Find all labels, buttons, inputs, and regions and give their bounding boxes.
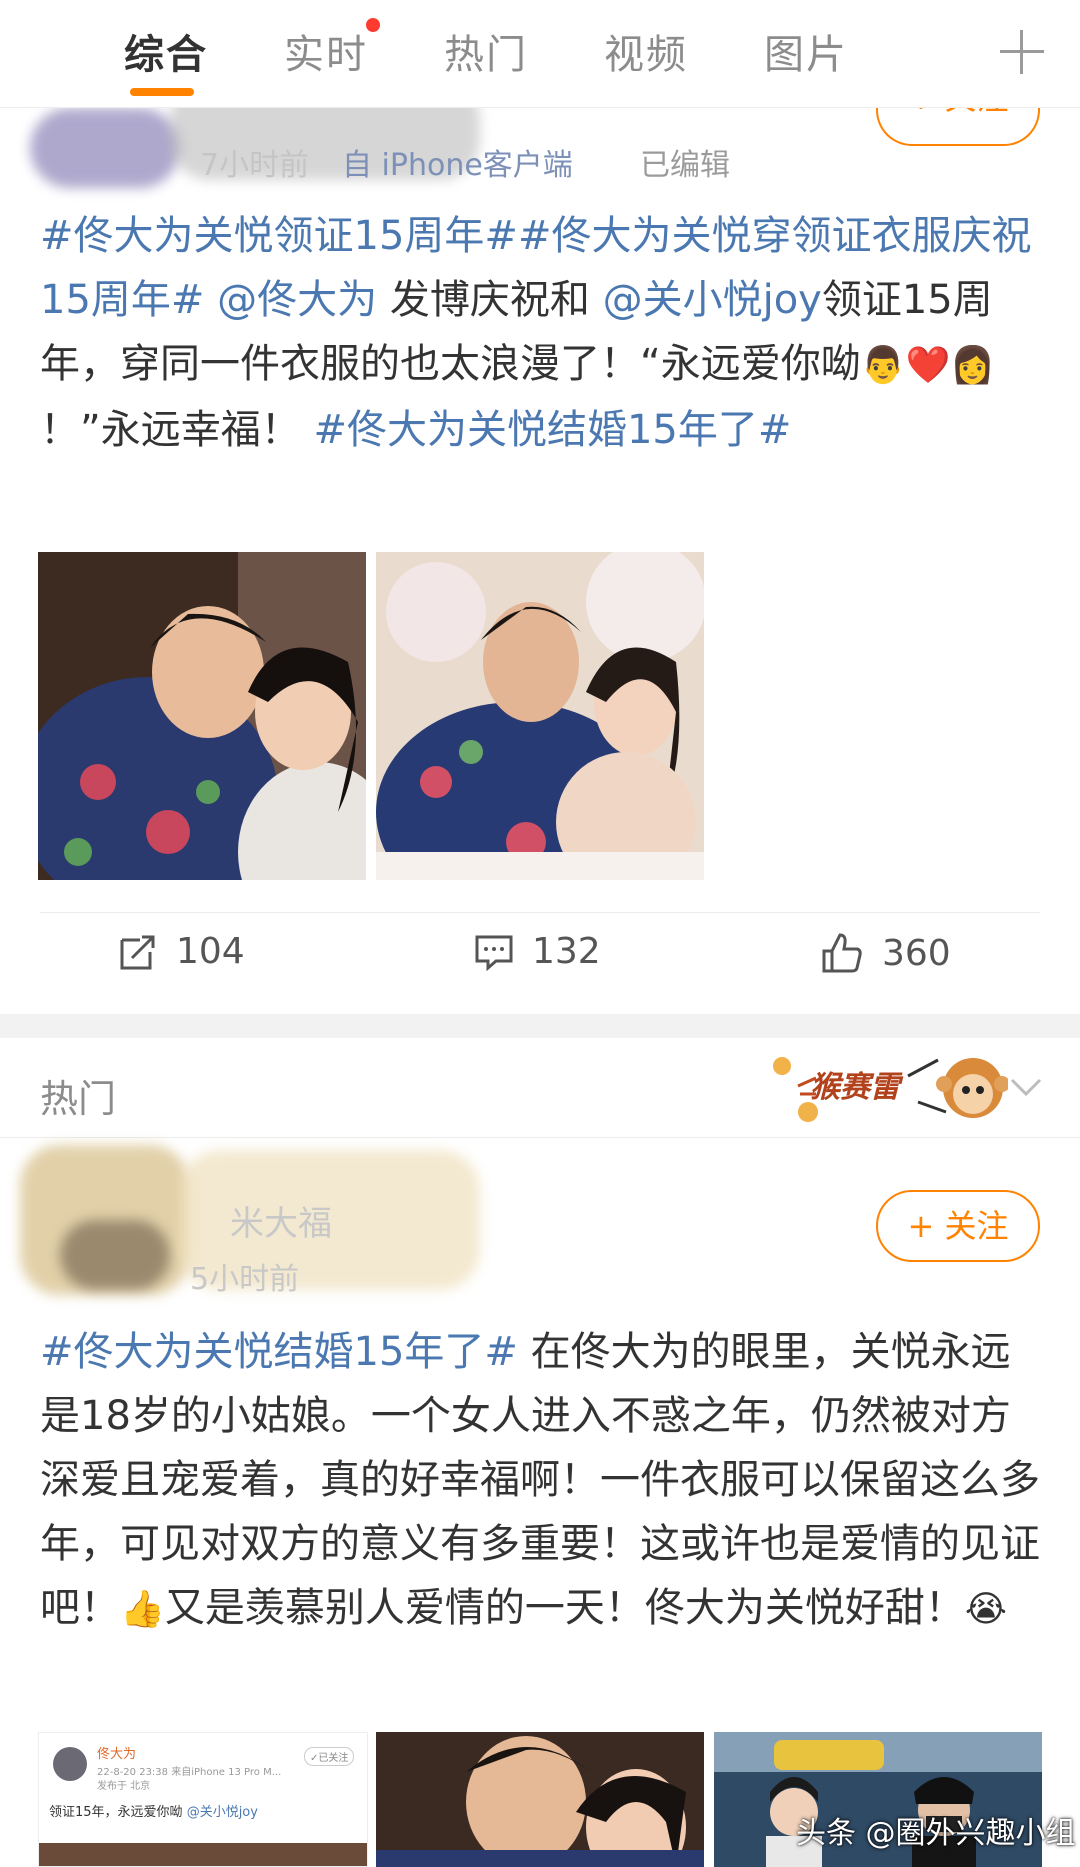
notification-dot xyxy=(366,18,380,32)
post-actions-bar: 104 132 360 xyxy=(40,912,1040,1012)
tab-comprehensive[interactable]: 综合 xyxy=(124,22,208,80)
topic-link[interactable]: #佟大为关悦领证15周年# xyxy=(40,213,518,259)
post-text-segment: ！”永远幸福！ xyxy=(40,407,314,453)
post-image[interactable]: 佟大为 22-8-20 23:38 来自iPhone 13 Pro M... 发… xyxy=(38,1732,368,1867)
topic-link[interactable]: #佟大为关悦结婚15年了# xyxy=(313,407,791,453)
post-body: #佟大为关悦领证15周年##佟大为关悦穿领证衣服庆祝15周年# @佟大为 发博庆… xyxy=(40,204,1050,462)
topic-link[interactable]: #佟大为关悦结婚15年了# xyxy=(40,1329,518,1375)
mention-link[interactable]: @佟大为 xyxy=(217,277,377,323)
screenshot-location: 发布于 北京 xyxy=(97,1781,151,1792)
post-text-segment: 又是羡慕别人爱情的一天！佟大为关悦好甜！ xyxy=(164,1585,965,1631)
mention-link[interactable]: @关小悦joy xyxy=(603,277,822,323)
search-tab-bar: 综合 实时 热门 视频 图片 xyxy=(0,0,1080,108)
tab-realtime[interactable]: 实时 xyxy=(284,22,368,80)
repost-button[interactable]: 104 xyxy=(118,931,245,972)
comment-button[interactable]: 132 xyxy=(474,931,601,972)
add-tab-icon[interactable] xyxy=(1000,30,1044,74)
section-title: 热门 xyxy=(40,1077,117,1121)
thumbs-up-emoji-icon: 👍 xyxy=(120,1589,165,1630)
active-tab-indicator xyxy=(130,88,194,96)
post-body: #佟大为关悦结婚15年了# 在佟大为的眼里，关悦永远是18岁的小姑娘。一个女人进… xyxy=(40,1320,1050,1642)
post-image[interactable] xyxy=(376,1732,704,1867)
repost-icon xyxy=(120,935,155,969)
screenshot-author: 佟大为 xyxy=(97,1747,137,1762)
avatar xyxy=(53,1747,87,1781)
avatar-detail xyxy=(60,1220,170,1290)
post-time: 7小时前 xyxy=(200,148,310,183)
post-image[interactable] xyxy=(38,552,366,880)
promo-banner-text: 猴赛雷 xyxy=(810,1070,900,1105)
screenshot-text: 领证15年，永远爱你呦 @关小悦joy xyxy=(49,1805,258,1820)
post-source: 自 iPhone客户端 xyxy=(342,148,573,183)
screenshot-photo-strip xyxy=(39,1843,367,1866)
post-text-segment: 发博庆祝和 xyxy=(377,277,603,323)
edited-label: 已编辑 xyxy=(640,148,730,183)
promo-banner[interactable]: 猴赛雷 xyxy=(768,1046,1010,1132)
post-image[interactable] xyxy=(376,552,704,880)
tab-images[interactable]: 图片 xyxy=(764,22,848,80)
tab-video[interactable]: 视频 xyxy=(604,22,688,80)
avatar[interactable] xyxy=(30,108,180,188)
like-button[interactable]: 360 xyxy=(820,931,951,975)
watermark: 头条 @圈外兴趣小组 xyxy=(796,1816,1076,1851)
like-count: 360 xyxy=(882,932,951,974)
comment-icon xyxy=(475,935,513,971)
hot-section-header: 热门 猴赛雷 xyxy=(0,1038,1080,1138)
couple-emoji-icon: 👨‍❤️‍👩 xyxy=(860,345,996,386)
repost-count: 104 xyxy=(176,931,245,972)
post-time: 5小时前 xyxy=(190,1262,300,1297)
crying-emoji-icon: 😭 xyxy=(964,1589,1007,1630)
chevron-down-icon[interactable] xyxy=(1008,1068,1044,1104)
section-divider xyxy=(0,1014,1080,1038)
screenshot-meta: 22-8-20 23:38 来自iPhone 13 Pro M... xyxy=(97,1767,282,1778)
thumbs-up-icon xyxy=(822,933,862,973)
follow-button[interactable]: + 关注 xyxy=(876,1190,1040,1262)
author-name[interactable]: 米大福 xyxy=(230,1196,332,1245)
screenshot-followed-badge: ✓已关注 xyxy=(304,1747,355,1766)
tab-hot[interactable]: 热门 xyxy=(444,22,528,80)
comment-count: 132 xyxy=(532,931,601,972)
